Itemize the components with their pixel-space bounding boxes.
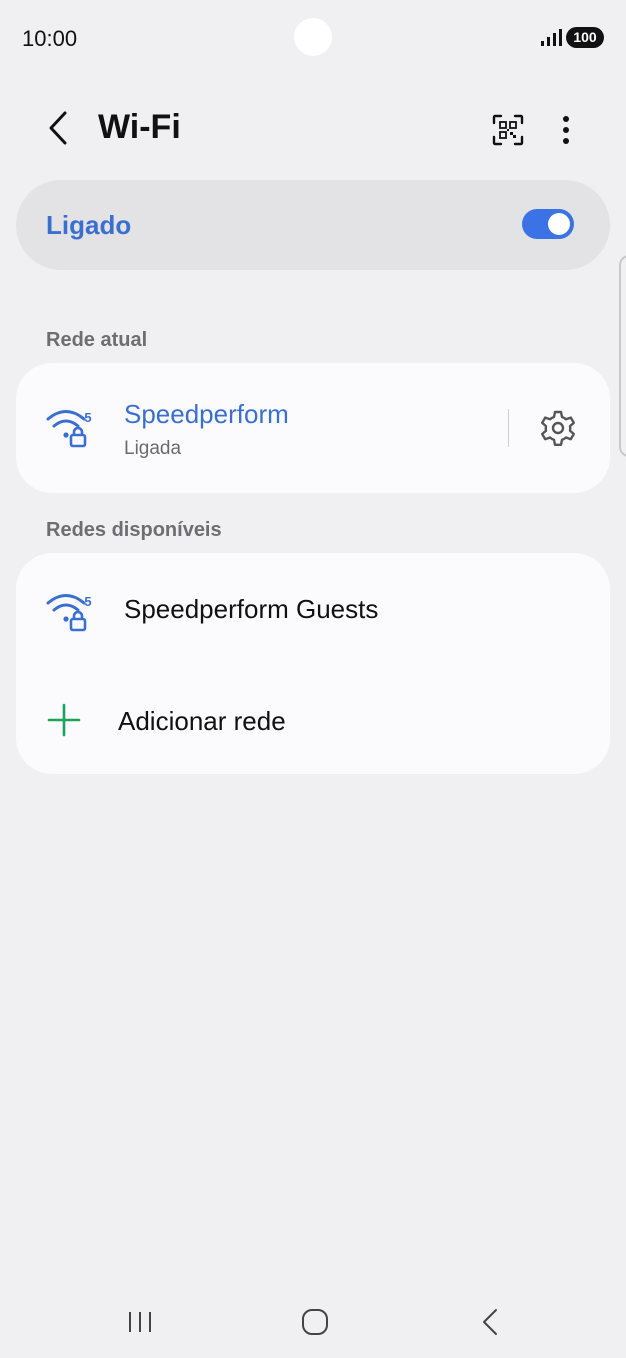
scroll-indicator[interactable] <box>619 255 626 457</box>
add-network-label: Adicionar rede <box>118 706 286 736</box>
plus-icon <box>47 703 81 737</box>
recents-icon <box>129 1312 151 1332</box>
qr-scan-button[interactable] <box>486 108 530 152</box>
current-network-name: Speedperform <box>124 399 289 429</box>
battery-icon: 100 <box>566 27 604 48</box>
page-title: Wi-Fi <box>98 108 181 146</box>
camera-cutout <box>294 18 332 56</box>
add-network-row[interactable]: Adicionar rede <box>16 665 610 774</box>
current-network-card: 5 Speedperform Ligada <box>16 363 610 493</box>
current-network-row[interactable]: 5 Speedperform Ligada <box>16 363 610 493</box>
back-arrow-icon <box>49 111 67 145</box>
band-label: 5 <box>84 594 91 609</box>
qr-code-icon <box>492 114 524 146</box>
current-network-header: Rede atual <box>46 329 148 351</box>
status-time: 10:00 <box>22 26 78 51</box>
navigation-bar <box>0 1290 626 1358</box>
more-options-button[interactable] <box>548 108 584 152</box>
battery-level: 100 <box>573 29 597 45</box>
nav-back-button[interactable] <box>460 1300 520 1344</box>
wifi-locked-icon: 5 <box>46 594 92 632</box>
settings-gear-icon <box>541 410 575 446</box>
wifi-toggle-switch[interactable] <box>522 209 574 239</box>
home-button[interactable] <box>285 1300 345 1344</box>
wifi-state-label: Ligado <box>46 210 132 240</box>
app-bar: Wi-Fi <box>0 90 626 170</box>
network-settings-button[interactable] <box>536 406 580 450</box>
more-vert-icon <box>563 116 569 144</box>
wifi-locked-icon: 5 <box>46 410 92 448</box>
network-row-speedperform-guests[interactable]: 5 Speedperform Guests <box>16 553 610 665</box>
available-networks-card: 5 Speedperform Guests Adicionar rede <box>16 553 610 774</box>
recents-button[interactable] <box>110 1300 170 1344</box>
band-label: 5 <box>84 410 91 425</box>
wifi-master-switch-row[interactable]: Ligado <box>16 180 610 270</box>
available-networks-header: Redes disponíveis <box>46 519 222 541</box>
back-button[interactable] <box>38 108 78 148</box>
signal-icon <box>541 29 562 46</box>
nav-back-icon <box>483 1309 497 1335</box>
status-bar: 10:00 100 <box>0 0 626 78</box>
switch-knob <box>548 213 570 235</box>
home-icon <box>302 1309 328 1335</box>
network-name: Speedperform Guests <box>124 594 379 624</box>
current-network-status: Ligada <box>124 438 182 459</box>
divider <box>508 409 509 447</box>
